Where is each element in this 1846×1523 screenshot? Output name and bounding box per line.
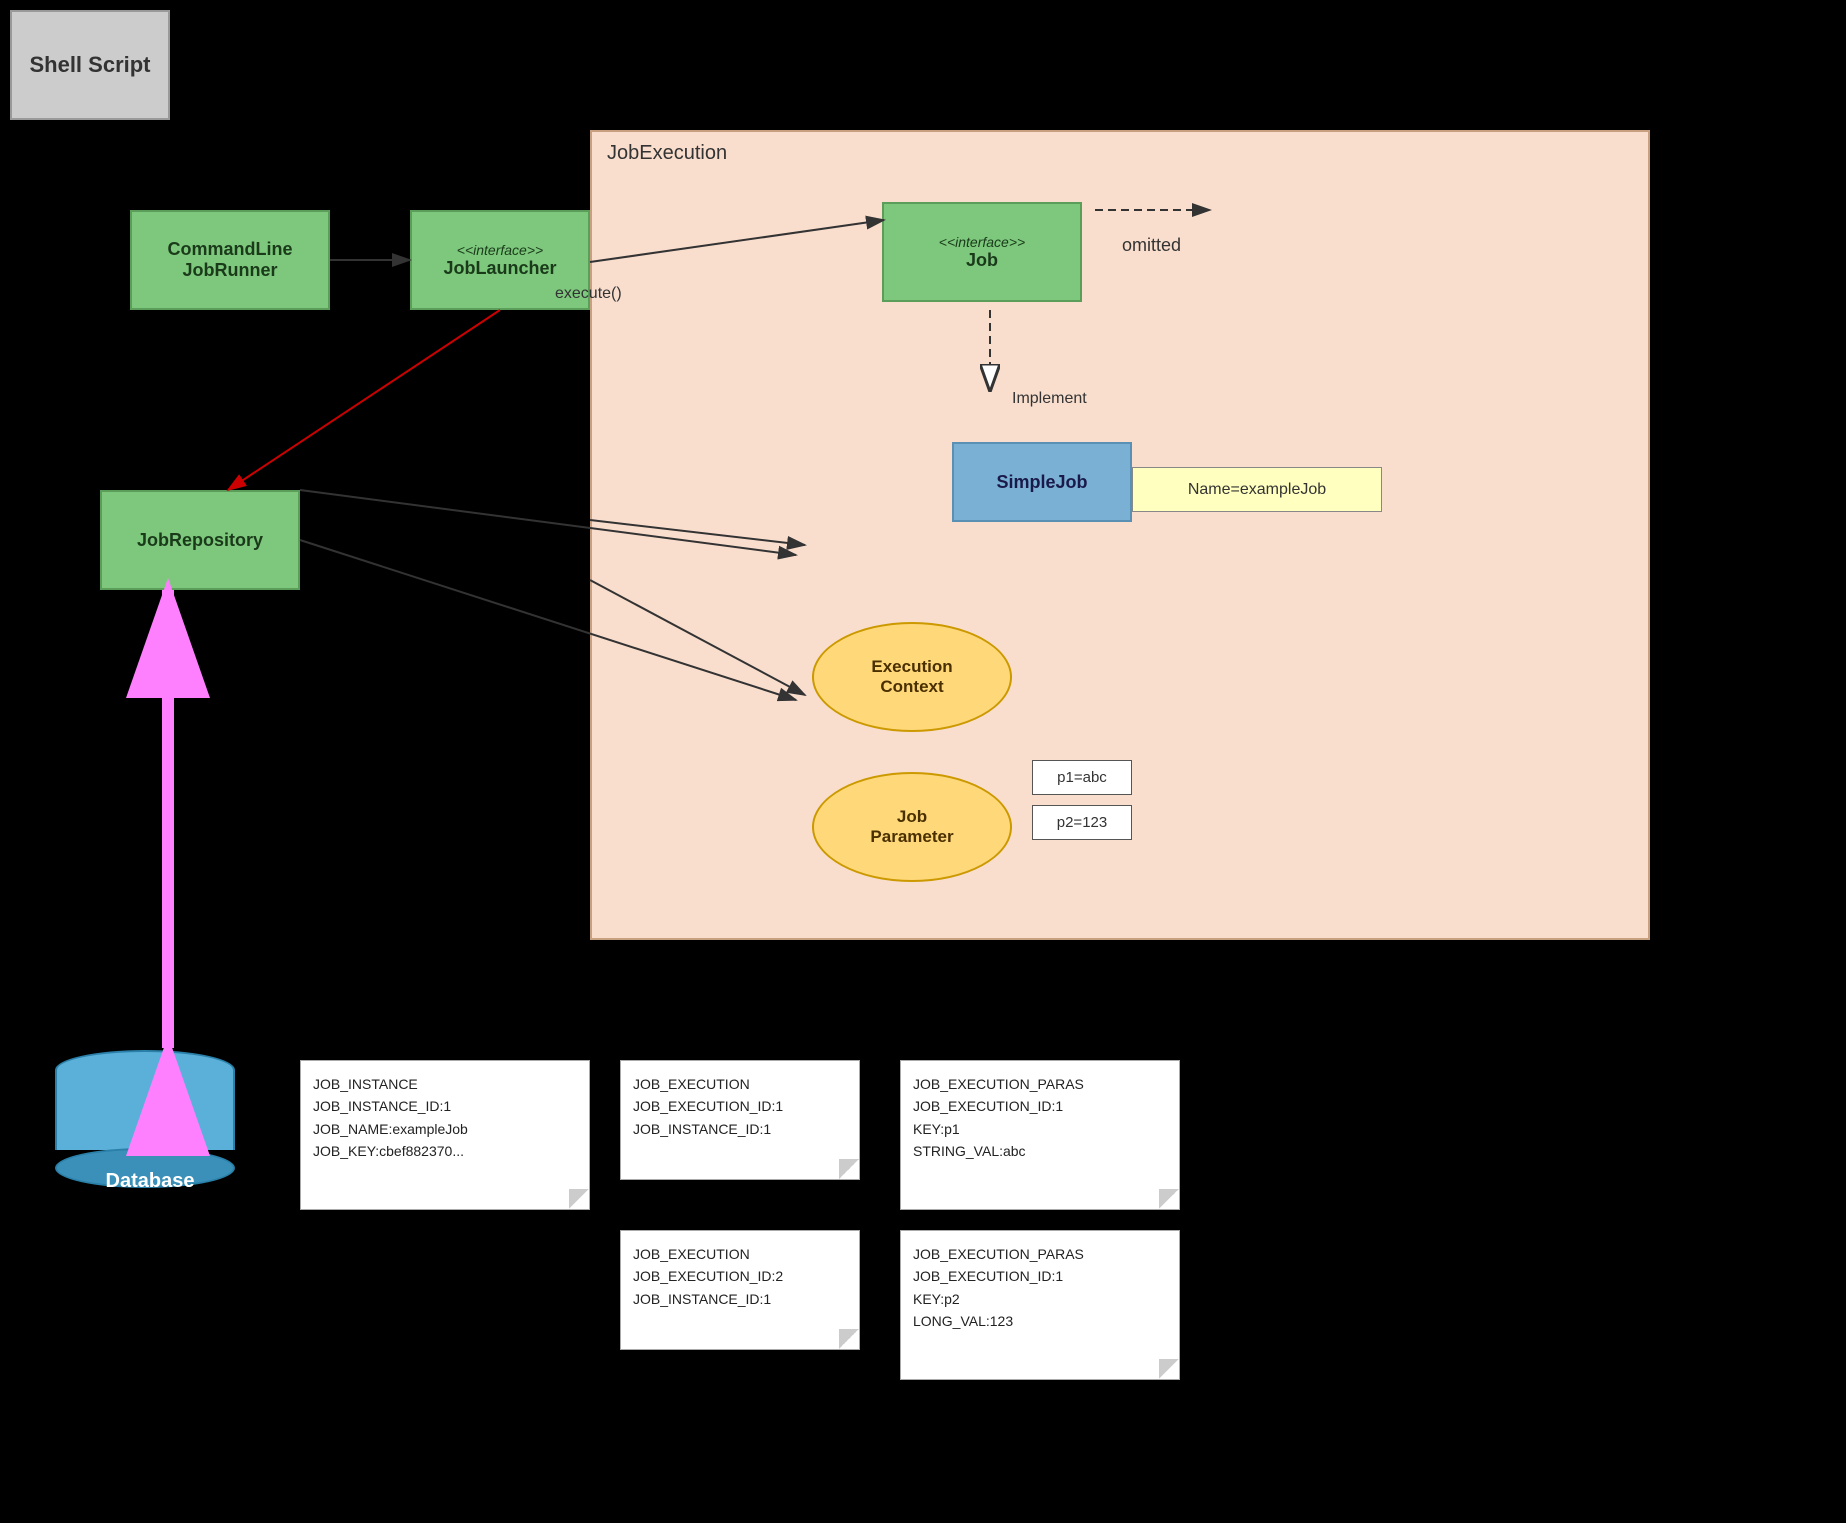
cmd-runner-label: CommandLineJobRunner (167, 239, 292, 281)
p1-tag: p1=abc (1032, 760, 1132, 795)
note5-line4: LONG_VAL:123 (913, 1310, 1167, 1332)
job-parameter-ellipse: JobParameter (812, 772, 1012, 882)
note2-line3: JOB_INSTANCE_ID:1 (633, 1118, 847, 1140)
database-cylinder (55, 1050, 235, 1188)
shell-script-box: Shell Script (10, 10, 170, 120)
note1-line4: JOB_KEY:cbef882370... (313, 1140, 577, 1162)
p2-label: p2=123 (1057, 814, 1107, 831)
note5-line3: KEY:p2 (913, 1288, 1167, 1310)
note3-line2: JOB_EXECUTION_ID:1 (913, 1095, 1167, 1117)
job-interface-label: Job (966, 250, 998, 270)
note2-line1: JOB_EXECUTION (633, 1073, 847, 1095)
note3-line4: STRING_VAL:abc (913, 1140, 1167, 1162)
omitted-text: omitted (1122, 235, 1181, 255)
note4-line2: JOB_EXECUTION_ID:2 (633, 1265, 847, 1287)
job-execution-container: JobExecution <<interface>> Job SimpleJob… (590, 130, 1650, 940)
note4-line3: JOB_INSTANCE_ID:1 (633, 1288, 847, 1310)
simple-job-label: SimpleJob (996, 472, 1087, 493)
name-tag-label: Name=exampleJob (1188, 481, 1326, 499)
job-interface-tag: <<interface>> (939, 234, 1025, 250)
job-repo-box: JobRepository (100, 490, 300, 590)
note-job-execution-2: JOB_EXECUTION JOB_EXECUTION_ID:2 JOB_INS… (620, 1230, 860, 1350)
note3-line3: KEY:p1 (913, 1118, 1167, 1140)
p1-label: p1=abc (1057, 769, 1107, 786)
job-parameter-label: JobParameter (870, 807, 953, 847)
job-launcher-interface-tag: <<interface>> (443, 242, 556, 258)
note1-line1: JOB_INSTANCE (313, 1073, 577, 1095)
note-job-execution-paras-1: JOB_EXECUTION_PARAS JOB_EXECUTION_ID:1 K… (900, 1060, 1180, 1210)
omitted-label: omitted (1122, 235, 1181, 256)
job-launcher-label: JobLauncher (443, 258, 556, 278)
job-execution-label: JobExecution (607, 142, 727, 165)
job-repo-label: JobRepository (137, 530, 263, 551)
job-interface-box: <<interface>> Job (882, 202, 1082, 302)
note1-line2: JOB_INSTANCE_ID:1 (313, 1095, 577, 1117)
note5-line1: JOB_EXECUTION_PARAS (913, 1243, 1167, 1265)
database-label: Database (70, 1170, 230, 1193)
execution-context-ellipse: ExecutionContext (812, 622, 1012, 732)
cmd-runner-box: CommandLineJobRunner (130, 210, 330, 310)
execute-label: execute() (555, 285, 622, 303)
p2-tag: p2=123 (1032, 805, 1132, 840)
execution-context-label: ExecutionContext (871, 657, 952, 697)
note-job-execution-paras-2: JOB_EXECUTION_PARAS JOB_EXECUTION_ID:1 K… (900, 1230, 1180, 1380)
note3-line1: JOB_EXECUTION_PARAS (913, 1073, 1167, 1095)
implement-label: Implement (1012, 390, 1087, 408)
db-body (55, 1070, 235, 1150)
note-job-instance: JOB_INSTANCE JOB_INSTANCE_ID:1 JOB_NAME:… (300, 1060, 590, 1210)
shell-script-label: Shell Script (29, 52, 150, 78)
note2-line2: JOB_EXECUTION_ID:1 (633, 1095, 847, 1117)
name-tag: Name=exampleJob (1132, 467, 1382, 512)
simple-job-box: SimpleJob (952, 442, 1132, 522)
note-job-execution-1: JOB_EXECUTION JOB_EXECUTION_ID:1 JOB_INS… (620, 1060, 860, 1180)
note1-line3: JOB_NAME:exampleJob (313, 1118, 577, 1140)
note5-line2: JOB_EXECUTION_ID:1 (913, 1265, 1167, 1287)
implement-text: Implement (1012, 390, 1087, 407)
note4-line1: JOB_EXECUTION (633, 1243, 847, 1265)
